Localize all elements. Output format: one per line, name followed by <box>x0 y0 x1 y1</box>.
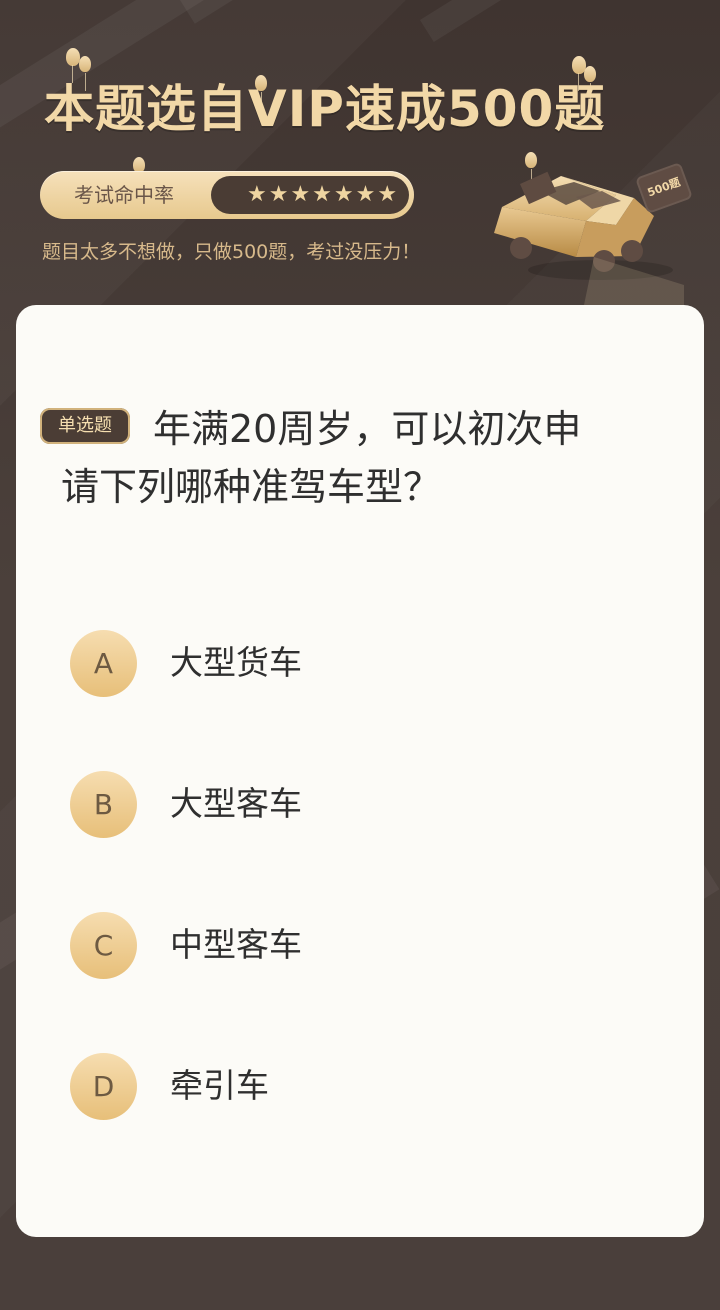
option-b[interactable]: B 大型客车 <box>70 771 390 839</box>
option-a[interactable]: A 大型货车 <box>70 630 390 698</box>
option-c-text: 中型客车 <box>170 925 302 964</box>
hit-rate-label: 考试命中率 <box>74 183 174 207</box>
option-d[interactable]: D 牵引车 <box>70 1053 390 1121</box>
option-d-letter: D <box>70 1053 137 1120</box>
star-icon: ★★★★★★★ <box>247 182 400 207</box>
option-b-letter: B <box>70 771 137 838</box>
option-c-letter: C <box>70 912 137 979</box>
option-c[interactable]: C 中型客车 <box>70 912 390 980</box>
header-subtitle: 题目太多不想做，只做500题，考过没压力！ <box>42 241 421 263</box>
option-a-letter: A <box>70 630 137 697</box>
vip-header: 本题选自VIP速成500题 考试命中率 ★★★★★★★ 题目太多不想做，只做50… <box>0 0 720 310</box>
option-b-text: 大型客车 <box>170 784 302 823</box>
balloon-icon <box>79 56 91 91</box>
balloon-icon <box>66 48 80 83</box>
question-text-line-2: 请下列哪种准驾车型？ <box>61 465 442 509</box>
hit-rate-stars-pill: ★★★★★★★ <box>211 176 409 214</box>
header-title: 本题选自VIP速成500题 <box>44 80 606 138</box>
question-text-line-1: 年满20周岁，可以初次申 <box>153 407 582 451</box>
hit-rate-bar: 考试命中率 ★★★★★★★ <box>40 171 414 219</box>
option-a-text: 大型货车 <box>170 643 302 682</box>
question-type-badge: 单选题 <box>40 408 130 444</box>
option-d-text: 牵引车 <box>170 1066 269 1105</box>
car-illustration: 500题 <box>484 145 704 305</box>
